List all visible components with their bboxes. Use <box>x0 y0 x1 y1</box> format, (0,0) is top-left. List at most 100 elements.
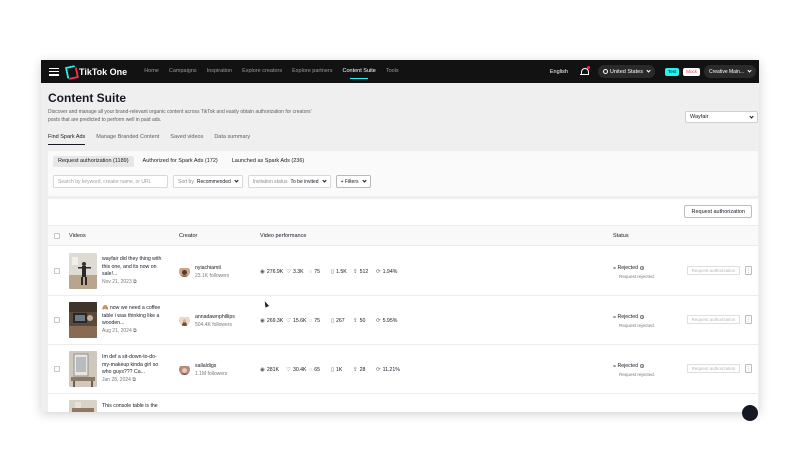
invitation-status-value: To be invited <box>290 178 319 185</box>
row-request-authorization-button[interactable]: Request authorization <box>687 315 740 324</box>
info-icon[interactable]: i <box>639 314 645 320</box>
tab-data-summary[interactable]: Data summary <box>214 132 250 144</box>
creator-avatar[interactable] <box>179 315 190 326</box>
creator-name[interactable]: annadawnphillips <box>195 314 235 320</box>
table-row: wayfair did they thing with this one, an… <box>48 247 758 296</box>
row-request-authorization-button[interactable]: Request authorization <box>687 266 740 275</box>
help-chat-button[interactable] <box>742 405 758 421</box>
video-caption[interactable]: wayfair did they thing with this one, an… <box>102 256 164 279</box>
chevron-down-icon <box>234 178 239 183</box>
stat-likes: ♡ 15.6K <box>286 318 307 324</box>
creator-name[interactable]: nyiachiamti <box>195 265 221 271</box>
video-caption[interactable]: This console table is the <box>102 403 164 411</box>
comment-icon: ◌ <box>309 318 313 324</box>
video-thumbnail-image <box>69 400 97 412</box>
eye-icon: ◉ <box>260 269 265 275</box>
video-thumbnail[interactable] <box>69 302 97 338</box>
status-badge: Rejected i <box>613 265 645 271</box>
nav-explore-partners[interactable]: Explore partners <box>287 60 337 83</box>
tab-find-spark-ads[interactable]: Find Spark Ads <box>48 132 86 145</box>
creator-followers: 23.1K followers <box>195 273 230 279</box>
brand-select-value: Wayfair <box>690 114 709 120</box>
video-thumbnail[interactable] <box>69 351 97 387</box>
region-selector[interactable]: United States <box>597 65 655 78</box>
video-caption[interactable]: 🙈 now we need a coffee table i was think… <box>102 305 164 328</box>
request-status-tabs: Request authorization (1189) Authorized … <box>53 156 313 167</box>
sort-value: Recommended <box>196 178 231 185</box>
link-icon[interactable]: ⧉ <box>132 377 136 383</box>
sort-label: Sort by <box>178 178 194 185</box>
stat-engagement-rate: ⟳ 1.94% <box>376 269 397 275</box>
tab-manage-branded-content[interactable]: Manage Branded Content <box>96 132 159 144</box>
request-authorization-button[interactable]: Request authorization <box>684 205 752 218</box>
comments-value: 75 <box>314 318 321 324</box>
globe-icon <box>602 69 608 74</box>
sort-select[interactable]: Sort by Recommended <box>173 175 243 188</box>
nav-content-suite[interactable]: Content Suite <box>337 60 380 83</box>
video-date-text: Aug 21, 2024 <box>102 328 132 334</box>
creator-avatar[interactable] <box>179 266 190 277</box>
info-icon[interactable]: i <box>639 265 645 271</box>
status-detail: Request rejected. <box>619 274 656 279</box>
saves-value: 1K <box>336 367 343 373</box>
menu-icon[interactable] <box>49 67 59 76</box>
tab-saved-videos[interactable]: Saved videos <box>170 132 203 144</box>
creator-followers: 504.4K followers <box>195 322 232 328</box>
tab-request-authorization[interactable]: Request authorization (1189) <box>53 156 134 167</box>
comments-value: 65 <box>314 367 321 373</box>
top-right-controls: English United States Test Mock Creative… <box>550 60 759 83</box>
likes-value: 3.3K <box>292 269 304 275</box>
status-badge: Rejected i <box>613 314 645 320</box>
link-icon[interactable]: ⧉ <box>133 328 137 334</box>
comment-icon: ◌ <box>309 367 313 373</box>
tab-authorized-for-spark-ads[interactable]: Authorized for Spark Ads (172) <box>138 156 223 167</box>
nav-home[interactable]: Home <box>139 60 164 83</box>
avatar-image <box>179 268 190 277</box>
link-icon[interactable]: ⧉ <box>133 279 137 285</box>
select-all-checkbox[interactable] <box>54 233 60 239</box>
share-icon: ⇪ <box>353 269 358 275</box>
video-caption[interactable]: Im def a sit-down-to-do-my-makeup kinda … <box>102 354 164 377</box>
notification-bell-icon[interactable] <box>579 66 590 76</box>
row-checkbox[interactable] <box>54 317 60 323</box>
invitation-status-select[interactable]: Invitation status To be invited <box>247 175 331 188</box>
creator-name[interactable]: sallaldigs <box>195 363 216 369</box>
row-request-authorization-button[interactable]: Request authorization <box>687 364 740 373</box>
more-options-icon[interactable]: ⋮ <box>745 315 752 324</box>
views-value: 281K <box>266 367 279 373</box>
mock-badge[interactable]: Mock <box>683 67 700 76</box>
nav-explore-creators[interactable]: Explore creators <box>237 60 287 83</box>
tab-launched-as-spark-ads[interactable]: Launched as Spark Ads (236) <box>227 156 309 167</box>
account-switcher[interactable]: Creative Main... <box>703 65 756 78</box>
more-options-icon[interactable]: ⋮ <box>745 364 752 373</box>
filters-button[interactable]: + Filters <box>335 175 371 188</box>
chevron-down-icon <box>646 68 651 73</box>
row-checkbox[interactable] <box>54 366 60 372</box>
test-badge[interactable]: Test <box>664 67 680 76</box>
table-header: Videos Creator Video performance Status <box>48 225 758 246</box>
stat-comments: ◌ 65 <box>309 367 320 373</box>
app-logo[interactable]: TikTok One <box>65 66 127 77</box>
nav-inspiration[interactable]: Inspiration <box>202 60 237 83</box>
brand-select[interactable]: Wayfair <box>685 111 758 123</box>
stat-likes: ♡ 3.3K <box>286 269 304 275</box>
search-input[interactable]: Search by keyword, creator name, or URL <box>53 175 168 188</box>
filter-fields: Search by keyword, creator name, or URL … <box>53 175 376 188</box>
language-selector[interactable]: English <box>550 69 568 75</box>
nav-tools[interactable]: Tools <box>381 60 404 83</box>
filter-panel: Request authorization (1189) Authorized … <box>48 151 758 196</box>
video-thumbnail[interactable] <box>69 253 97 289</box>
page-description: Discover and manage all your brand-relev… <box>48 109 312 123</box>
status-dot <box>613 266 616 270</box>
row-checkbox[interactable] <box>54 268 60 274</box>
avatar-image <box>179 366 190 375</box>
stat-comments: ◌ 75 <box>309 318 320 324</box>
nav-campaigns[interactable]: Campaigns <box>164 60 202 83</box>
video-thumbnail[interactable] <box>69 400 97 412</box>
app-window: TikTok One Home Campaigns Inspiration Ex… <box>41 60 759 412</box>
creator-avatar[interactable] <box>179 364 190 375</box>
saves-value: 1.5K <box>336 269 347 275</box>
stat-views: ◉ 281K <box>260 367 279 373</box>
info-icon[interactable]: i <box>639 363 645 369</box>
more-options-icon[interactable]: ⋮ <box>745 266 752 275</box>
